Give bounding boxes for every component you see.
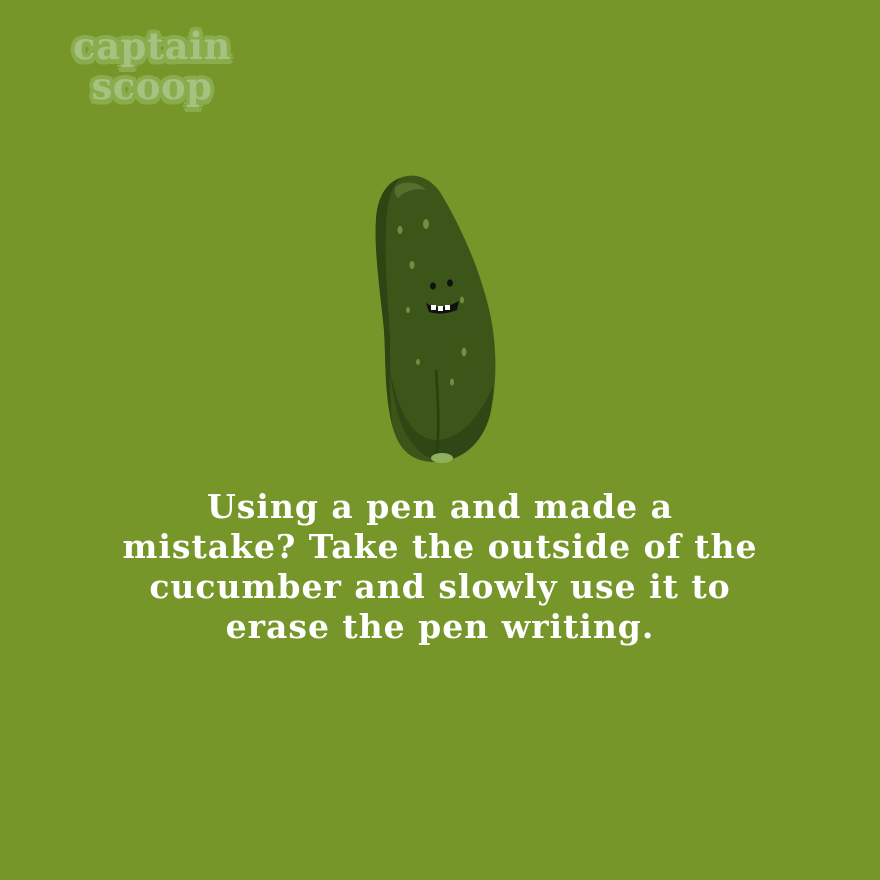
tip-caption: Using a pen and made a mistake? Take the… — [20, 487, 860, 647]
tip-caption-line-1: Using a pen and made a — [206, 487, 674, 526]
smiling-cucumber-icon — [375, 175, 496, 463]
tip-caption-line-3: cucumber and slowly use it to — [149, 567, 731, 606]
brand-logo: captain scoop — [52, 26, 252, 106]
poster: captain scoop Using a pen and made a mis… — [0, 0, 880, 880]
brand-logo-line-1: captain — [73, 24, 231, 68]
tip-caption-line-4: erase the pen writing. — [225, 607, 655, 646]
brand-logo-line-2: scoop — [91, 64, 213, 108]
tip-caption-line-2: mistake? Take the outside of the — [122, 527, 758, 566]
